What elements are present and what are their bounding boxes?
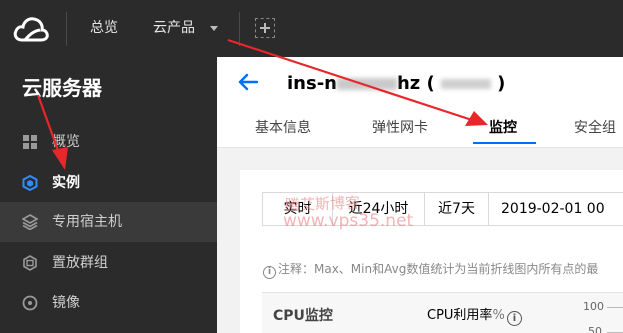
tab-monitoring[interactable]: 监控 [489,119,517,137]
info-icon: i [263,266,276,279]
placement-group-icon [23,255,37,271]
info-icon[interactable]: i [507,311,522,326]
topbar-divider [66,12,67,46]
statistics-note-text: 注释：Max、Min和Avg数值统计为当前折线图内所有点的最 [278,262,599,276]
sidebar-item-label: 镜像 [52,295,80,311]
instance-title-prefix: ins-n [287,73,337,94]
sidebar-title: 云服务器 [22,76,102,100]
instance-title: ins-n hz ( ) [287,72,505,96]
axis-tick [607,307,623,308]
sidebar-item-label: 置放群组 [52,255,108,271]
sidebar-item-overview[interactable]: 概览 [0,122,217,162]
instance-title-mid: hz ( [396,73,435,94]
cpu-usage-label: CPU利用率% [427,307,505,325]
date-range-picker[interactable]: 2019-02-01 00 [489,193,623,225]
cpu-metric-unit: % [492,308,505,323]
watermark-line2: www.vps35.net [283,211,414,231]
time-range-7d[interactable]: 近7天 [425,193,489,225]
cloud-logo-icon[interactable] [13,14,49,44]
back-arrow-icon[interactable] [237,72,259,92]
redacted-name [440,79,491,89]
y-axis-label-mid: 50 [588,325,602,333]
sidebar-item-instances[interactable]: 实例 [0,163,217,203]
sidebar-item-label: 专用宿主机 [52,214,122,230]
topbar-divider [239,12,240,46]
tab-basic-info[interactable]: 基本信息 [255,119,311,137]
chevron-down-icon[interactable] [210,26,218,31]
add-shortcut-icon[interactable] [255,18,275,38]
cube-icon [22,175,38,191]
tab-elastic-nic[interactable]: 弹性网卡 [372,119,428,137]
sidebar-item-placement-groups[interactable]: 置放群组 [0,243,217,283]
top-nav-bar: 总览 云产品 [0,0,623,57]
cpu-metric-name: CPU利用率 [427,308,493,323]
sidebar-item-label: 实例 [52,175,80,191]
cpu-section-title: CPU监控 [273,308,333,324]
instance-title-suffix: ) [497,73,506,94]
active-tab-indicator [473,142,536,144]
sidebar-item-label: 概览 [52,134,80,150]
grid-icon [23,135,37,149]
nav-cloud-products[interactable]: 云产品 [153,18,195,38]
redacted-id [336,78,397,90]
statistics-note: i 注释：Max、Min和Avg数值统计为当前折线图内所有点的最 [263,261,598,279]
disc-icon [22,295,38,311]
sidebar-item-images[interactable]: 镜像 [0,283,217,323]
layers-icon [22,214,38,230]
sidebar-item-dedicated-hosts[interactable]: 专用宿主机 [0,202,217,242]
nav-overview[interactable]: 总览 [90,18,118,38]
y-axis-label-top: 100 [583,300,604,313]
tab-security-group[interactable]: 安全组 [574,119,616,137]
